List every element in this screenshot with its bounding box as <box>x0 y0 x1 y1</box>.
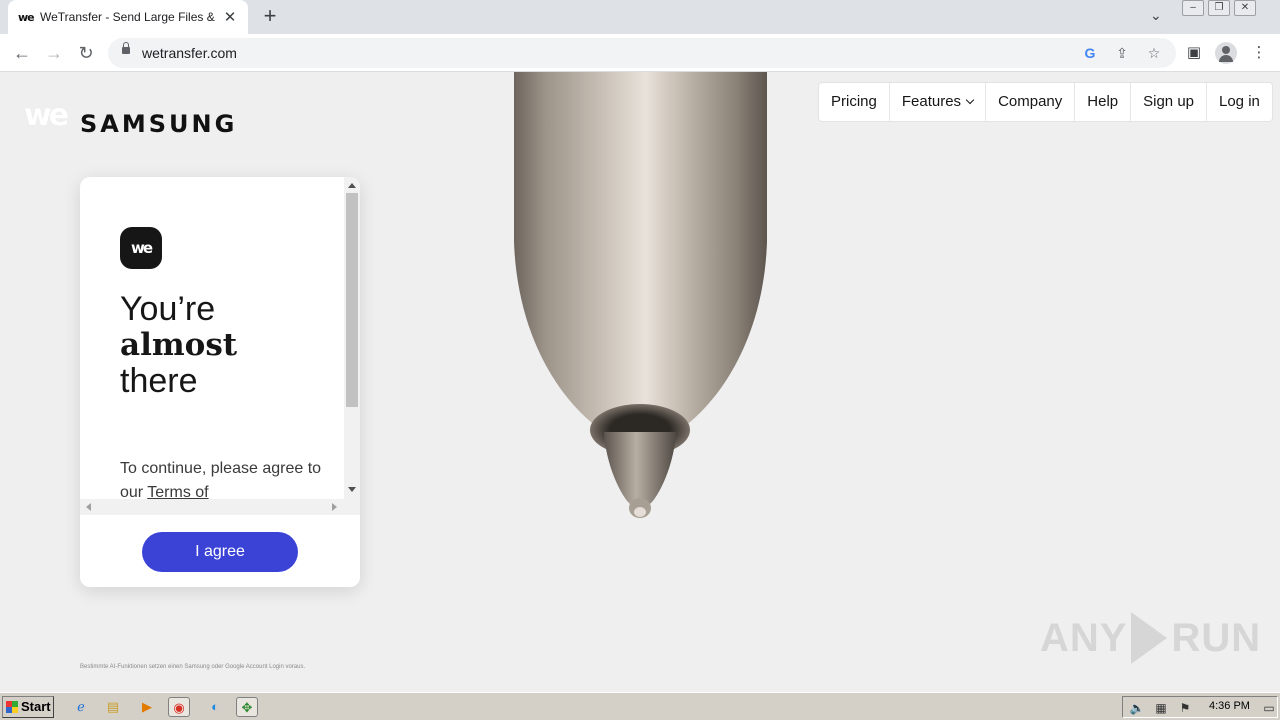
heading-line-3: there <box>120 362 198 400</box>
back-button[interactable]: ← <box>10 41 34 65</box>
wetransfer-favicon-icon: we <box>18 10 35 24</box>
heading-line-1: You’re <box>120 290 216 328</box>
consent-heading: You’re almost there <box>120 291 237 399</box>
system-tray: 🔈 ▦ ⚑ 4:36 PM ▭ <box>1122 696 1278 718</box>
nav-features[interactable]: Features <box>890 83 987 121</box>
edge-icon[interactable]: ◐ <box>204 697 226 717</box>
anyrun-watermark: ANY RUN <box>1040 612 1261 664</box>
forward-button[interactable]: → <box>42 41 66 65</box>
tab-title: WeTransfer - Send Large Files & Sha <box>40 10 216 24</box>
side-panel-icon[interactable]: ▣ <box>1183 42 1205 64</box>
file-explorer-icon[interactable]: ▤ <box>102 697 124 717</box>
google-lens-icon[interactable]: G <box>1080 43 1100 63</box>
browser-tabstrip: we WeTransfer - Send Large Files & Sha ✕… <box>0 0 1280 34</box>
scroll-down-arrow-icon[interactable] <box>348 487 356 492</box>
wetransfer-badge-icon: we <box>120 227 162 269</box>
scroll-right-arrow-icon[interactable] <box>332 503 337 511</box>
scroll-up-arrow-icon[interactable] <box>348 183 356 188</box>
profile-avatar-icon[interactable] <box>1215 42 1237 64</box>
wetransfer-logo[interactable]: we <box>24 98 69 133</box>
scroll-thumb[interactable] <box>346 193 358 407</box>
ai-disclaimer-footnote: Bestimmte AI-Funktionen setzen einen Sam… <box>80 664 306 670</box>
windows-taskbar: Start ℯ ▤ ▶ ◉ ◐ ✥ 🔈 ▦ ⚑ 4:36 PM ▭ <box>0 692 1280 720</box>
reload-button[interactable]: ↻ <box>74 41 98 65</box>
terms-link[interactable]: Terms of <box>147 484 208 499</box>
action-center-flag-icon[interactable]: ⚑ <box>1177 700 1193 716</box>
vertical-scrollbar[interactable] <box>344 177 360 499</box>
minimize-button[interactable]: – <box>1182 0 1204 16</box>
top-navigation: Pricing Features Company Help Sign up Lo… <box>818 82 1273 122</box>
clock[interactable]: 4:36 PM <box>1209 700 1250 712</box>
share-icon[interactable]: ⇪ <box>1112 43 1132 63</box>
browser-toolbar: ← → ↻ wetransfer.com G ⇪ ☆ ▣ ⋮ <box>0 34 1280 72</box>
windows-logo-icon <box>6 701 18 713</box>
volume-icon[interactable]: 🔈 <box>1129 700 1145 716</box>
lock-icon[interactable] <box>122 42 130 56</box>
play-icon <box>1131 612 1168 664</box>
internet-explorer-icon[interactable]: ℯ <box>70 697 92 717</box>
nav-sign-up[interactable]: Sign up <box>1131 83 1207 121</box>
restore-button[interactable]: ❐ <box>1208 0 1230 16</box>
stylus-pen-image <box>514 72 767 518</box>
nav-help[interactable]: Help <box>1075 83 1132 121</box>
samsung-logo: SAMSUNG <box>80 110 238 138</box>
start-label: Start <box>21 699 51 714</box>
browser-tab[interactable]: we WeTransfer - Send Large Files & Sha ✕ <box>8 0 248 34</box>
consent-scroll-area[interactable]: we You’re almost there To continue, plea… <box>80 177 344 499</box>
chrome-taskbar-icon[interactable]: ◉ <box>168 697 190 717</box>
tab-search-chevron-icon[interactable]: ⌄ <box>1150 7 1162 24</box>
address-bar[interactable]: wetransfer.com G ⇪ ☆ <box>108 38 1176 68</box>
watermark-left-text: ANY <box>1040 615 1128 660</box>
nav-log-in[interactable]: Log in <box>1207 83 1272 121</box>
bookmark-star-icon[interactable]: ☆ <box>1144 43 1164 63</box>
nav-pricing[interactable]: Pricing <box>819 83 890 121</box>
nav-company[interactable]: Company <box>986 83 1076 121</box>
close-window-button[interactable]: ✕ <box>1234 0 1256 16</box>
window-controls: – ❐ ✕ <box>1182 0 1256 16</box>
more-menu-icon[interactable]: ⋮ <box>1248 42 1270 64</box>
media-player-icon[interactable]: ▶ <box>136 697 158 717</box>
page-content: we SAMSUNG Pricing Features Company Help… <box>0 72 1280 692</box>
start-button[interactable]: Start <box>2 696 54 718</box>
consent-text: To continue, please agree to our Terms o… <box>120 457 330 499</box>
new-tab-button[interactable]: + <box>258 5 282 29</box>
scroll-left-arrow-icon[interactable] <box>86 503 91 511</box>
show-desktop-icon[interactable]: ▭ <box>1261 700 1277 716</box>
chevron-down-icon <box>965 95 975 105</box>
app-taskbar-icon[interactable]: ✥ <box>236 697 258 717</box>
terms-consent-card: we You’re almost there To continue, plea… <box>80 177 360 587</box>
horizontal-scrollbar[interactable] <box>80 499 360 515</box>
nav-features-label: Features <box>901 93 962 110</box>
i-agree-button[interactable]: I agree <box>142 532 298 572</box>
tab-close-icon[interactable]: ✕ <box>222 8 238 26</box>
watermark-right-text: RUN <box>1171 615 1262 660</box>
url-text[interactable]: wetransfer.com <box>142 45 237 61</box>
network-icon[interactable]: ▦ <box>1153 700 1169 716</box>
heading-line-2: almost <box>120 327 238 363</box>
